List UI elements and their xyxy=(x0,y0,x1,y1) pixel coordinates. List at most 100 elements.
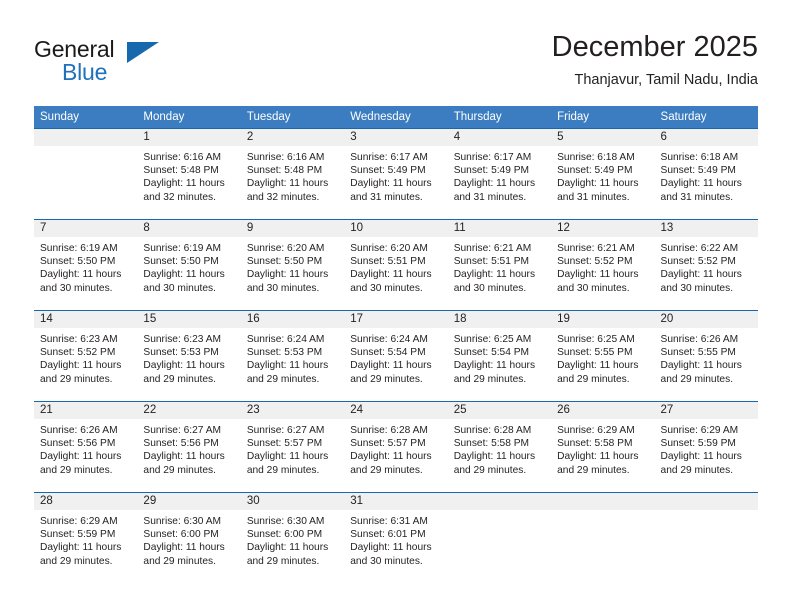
calendar-day-cell[interactable]: 17 Sunrise: 6:24 AM Sunset: 5:54 PM Dayligh… xyxy=(344,310,448,402)
day-number: 26 xyxy=(551,402,655,419)
sunrise-text: Sunrise: 6:23 AM xyxy=(40,334,118,345)
calendar-day-cell[interactable]: 23 Sunrise: 6:27 AM Sunset: 5:57 PM Dayligh… xyxy=(240,401,345,493)
daylight-text: Daylight: 11 hours and 30 minutes. xyxy=(40,269,122,294)
calendar-day-cell[interactable]: 22 Sunrise: 6:27 AM Sunset: 5:56 PM Dayligh… xyxy=(137,401,241,493)
day-number: 19 xyxy=(551,311,655,328)
calendar-day-cell[interactable]: 18 Sunrise: 6:25 AM Sunset: 5:54 PM Dayligh… xyxy=(447,310,552,402)
day-details: Sunrise: 6:31 AM Sunset: 6:01 PM Daylight:… xyxy=(344,510,447,568)
weekday-header-saturday: Saturday xyxy=(654,106,758,129)
sunrise-text: Sunrise: 6:20 AM xyxy=(350,243,428,254)
day-details: Sunrise: 6:20 AM Sunset: 5:51 PM Daylight:… xyxy=(344,237,447,295)
sunrise-text: Sunrise: 6:30 AM xyxy=(246,516,325,527)
day-number: 9 xyxy=(240,220,345,237)
sunset-text: Sunset: 5:51 PM xyxy=(350,256,426,268)
sunset-text: Sunset: 5:49 PM xyxy=(557,165,633,177)
sunrise-text: Sunrise: 6:26 AM xyxy=(40,425,118,436)
day-details: Sunrise: 6:30 AM Sunset: 6:00 PM Daylight:… xyxy=(241,510,344,568)
sunset-text: Sunset: 5:53 PM xyxy=(246,347,323,359)
day-details: Sunrise: 6:26 AM Sunset: 5:55 PM Daylight:… xyxy=(655,328,758,386)
calendar-week-row: 14 Sunrise: 6:23 AM Sunset: 5:52 PM Dayligh… xyxy=(34,310,758,402)
calendar-day-cell[interactable]: 11 Sunrise: 6:21 AM Sunset: 5:51 PM Dayligh… xyxy=(447,219,552,311)
calendar-week-row: 1 Sunrise: 6:16 AM Sunset: 5:48 PM Daylight… xyxy=(34,128,758,220)
day-number: 18 xyxy=(447,311,552,328)
sunset-text: Sunset: 5:54 PM xyxy=(350,347,426,359)
weekday-header-sunday: Sunday xyxy=(34,106,138,129)
calendar-day-cell[interactable]: 21 Sunrise: 6:26 AM Sunset: 5:56 PM Dayligh… xyxy=(34,401,138,493)
calendar-day-cell[interactable]: 30 Sunrise: 6:30 AM Sunset: 6:00 PM Dayligh… xyxy=(240,492,345,583)
day-details: Sunrise: 6:18 AM Sunset: 5:49 PM Daylight:… xyxy=(655,146,758,204)
sunrise-text: Sunrise: 6:18 AM xyxy=(557,152,635,163)
day-details: Sunrise: 6:28 AM Sunset: 5:58 PM Daylight:… xyxy=(448,419,551,477)
day-number: 5 xyxy=(551,129,655,146)
calendar-day-cell-empty xyxy=(551,492,655,583)
calendar-day-cell[interactable]: 16 Sunrise: 6:24 AM Sunset: 5:53 PM Dayligh… xyxy=(240,310,345,402)
daylight-text: Daylight: 11 hours and 29 minutes. xyxy=(40,542,122,567)
calendar-day-cell[interactable]: 25 Sunrise: 6:28 AM Sunset: 5:58 PM Dayligh… xyxy=(447,401,552,493)
calendar-day-cell[interactable]: 14 Sunrise: 6:23 AM Sunset: 5:52 PM Dayligh… xyxy=(34,310,138,402)
day-number: 31 xyxy=(344,493,448,510)
calendar-day-cell[interactable]: 28 Sunrise: 6:29 AM Sunset: 5:59 PM Dayligh… xyxy=(34,492,138,583)
day-number: 17 xyxy=(344,311,448,328)
day-number: 30 xyxy=(240,493,345,510)
calendar-day-cell[interactable]: 5 Sunrise: 6:18 AM Sunset: 5:49 PM Daylight… xyxy=(551,128,655,220)
calendar-day-cell[interactable]: 4 Sunrise: 6:17 AM Sunset: 5:49 PM Daylight… xyxy=(447,128,552,220)
day-details: Sunrise: 6:25 AM Sunset: 5:55 PM Daylight:… xyxy=(551,328,654,386)
calendar-day-cell[interactable]: 29 Sunrise: 6:30 AM Sunset: 6:00 PM Dayligh… xyxy=(137,492,241,583)
sunset-text: Sunset: 6:01 PM xyxy=(350,529,426,541)
daylight-text: Daylight: 11 hours and 32 minutes. xyxy=(143,178,225,203)
sunset-text: Sunset: 5:54 PM xyxy=(453,347,530,359)
weekday-header-monday: Monday xyxy=(137,106,241,129)
day-number: 10 xyxy=(344,220,448,237)
calendar-day-cell[interactable]: 31 Sunrise: 6:31 AM Sunset: 6:01 PM Dayligh… xyxy=(344,492,448,583)
calendar-day-cell-empty xyxy=(34,128,138,220)
calendar-day-cell[interactable]: 19 Sunrise: 6:25 AM Sunset: 5:55 PM Dayligh… xyxy=(551,310,655,402)
sunset-text: Sunset: 5:59 PM xyxy=(40,529,116,541)
calendar-body: 1 Sunrise: 6:16 AM Sunset: 5:48 PM Daylight… xyxy=(34,128,758,583)
calendar-day-cell[interactable]: 8 Sunrise: 6:19 AM Sunset: 5:50 PM Daylight… xyxy=(137,219,241,311)
calendar-day-cell[interactable]: 9 Sunrise: 6:20 AM Sunset: 5:50 PM Daylight… xyxy=(240,219,345,311)
daylight-text: Daylight: 11 hours and 30 minutes. xyxy=(350,269,432,294)
sunrise-text: Sunrise: 6:18 AM xyxy=(660,152,739,163)
sunset-text: Sunset: 6:00 PM xyxy=(143,529,219,541)
day-details: Sunrise: 6:19 AM Sunset: 5:50 PM Daylight:… xyxy=(137,237,240,295)
day-number xyxy=(654,493,758,510)
day-details: Sunrise: 6:19 AM Sunset: 5:50 PM Daylight:… xyxy=(34,237,137,295)
day-details: Sunrise: 6:29 AM Sunset: 5:59 PM Daylight:… xyxy=(34,510,137,568)
daylight-text: Daylight: 11 hours and 30 minutes. xyxy=(350,542,432,567)
calendar-day-cell[interactable]: 27 Sunrise: 6:29 AM Sunset: 5:59 PM Dayligh… xyxy=(654,401,758,493)
calendar-day-cell[interactable]: 26 Sunrise: 6:29 AM Sunset: 5:58 PM Dayligh… xyxy=(551,401,655,493)
calendar-day-cell-empty xyxy=(447,492,552,583)
daylight-text: Daylight: 11 hours and 29 minutes. xyxy=(660,360,742,385)
calendar-day-cell[interactable]: 10 Sunrise: 6:20 AM Sunset: 5:51 PM Dayligh… xyxy=(344,219,448,311)
sunrise-text: Sunrise: 6:19 AM xyxy=(143,243,222,254)
calendar-day-cell[interactable]: 20 Sunrise: 6:26 AM Sunset: 5:55 PM Dayligh… xyxy=(654,310,758,402)
calendar-day-cell[interactable]: 1 Sunrise: 6:16 AM Sunset: 5:48 PM Daylight… xyxy=(137,128,241,220)
sunrise-text: Sunrise: 6:29 AM xyxy=(40,516,118,527)
sunset-text: Sunset: 5:52 PM xyxy=(40,347,116,359)
day-details: Sunrise: 6:17 AM Sunset: 5:49 PM Daylight:… xyxy=(344,146,447,204)
daylight-text: Daylight: 11 hours and 29 minutes. xyxy=(246,542,329,567)
day-details: Sunrise: 6:16 AM Sunset: 5:48 PM Daylight:… xyxy=(137,146,240,204)
page-title: December 2025 xyxy=(551,31,758,63)
calendar-day-cell[interactable]: 15 Sunrise: 6:23 AM Sunset: 5:53 PM Dayligh… xyxy=(137,310,241,402)
calendar-day-cell[interactable]: 6 Sunrise: 6:18 AM Sunset: 5:49 PM Daylight… xyxy=(654,128,758,220)
calendar-day-cell[interactable]: 24 Sunrise: 6:28 AM Sunset: 5:57 PM Dayligh… xyxy=(344,401,448,493)
day-number: 6 xyxy=(654,129,758,146)
calendar-day-cell[interactable]: 12 Sunrise: 6:21 AM Sunset: 5:52 PM Dayligh… xyxy=(551,219,655,311)
day-number xyxy=(447,493,552,510)
day-details: Sunrise: 6:27 AM Sunset: 5:56 PM Daylight:… xyxy=(137,419,240,477)
calendar-day-cell[interactable]: 2 Sunrise: 6:16 AM Sunset: 5:48 PM Daylight… xyxy=(240,128,345,220)
daylight-text: Daylight: 11 hours and 32 minutes. xyxy=(246,178,329,203)
calendar-day-cell[interactable]: 7 Sunrise: 6:19 AM Sunset: 5:50 PM Daylight… xyxy=(34,219,138,311)
calendar-day-cell[interactable]: 3 Sunrise: 6:17 AM Sunset: 5:49 PM Daylight… xyxy=(344,128,448,220)
daylight-text: Daylight: 11 hours and 30 minutes. xyxy=(557,269,639,294)
sunset-text: Sunset: 5:59 PM xyxy=(660,438,736,450)
sunset-text: Sunset: 5:56 PM xyxy=(40,438,116,450)
daylight-text: Daylight: 11 hours and 30 minutes. xyxy=(143,269,225,294)
page-subtitle: Thanjavur, Tamil Nadu, India xyxy=(574,72,758,88)
day-number: 21 xyxy=(34,402,138,419)
general-blue-logo[interactable]: General Blue xyxy=(34,36,174,92)
day-number: 20 xyxy=(654,311,758,328)
daylight-text: Daylight: 11 hours and 29 minutes. xyxy=(453,360,536,385)
calendar-day-cell[interactable]: 13 Sunrise: 6:22 AM Sunset: 5:52 PM Dayligh… xyxy=(654,219,758,311)
